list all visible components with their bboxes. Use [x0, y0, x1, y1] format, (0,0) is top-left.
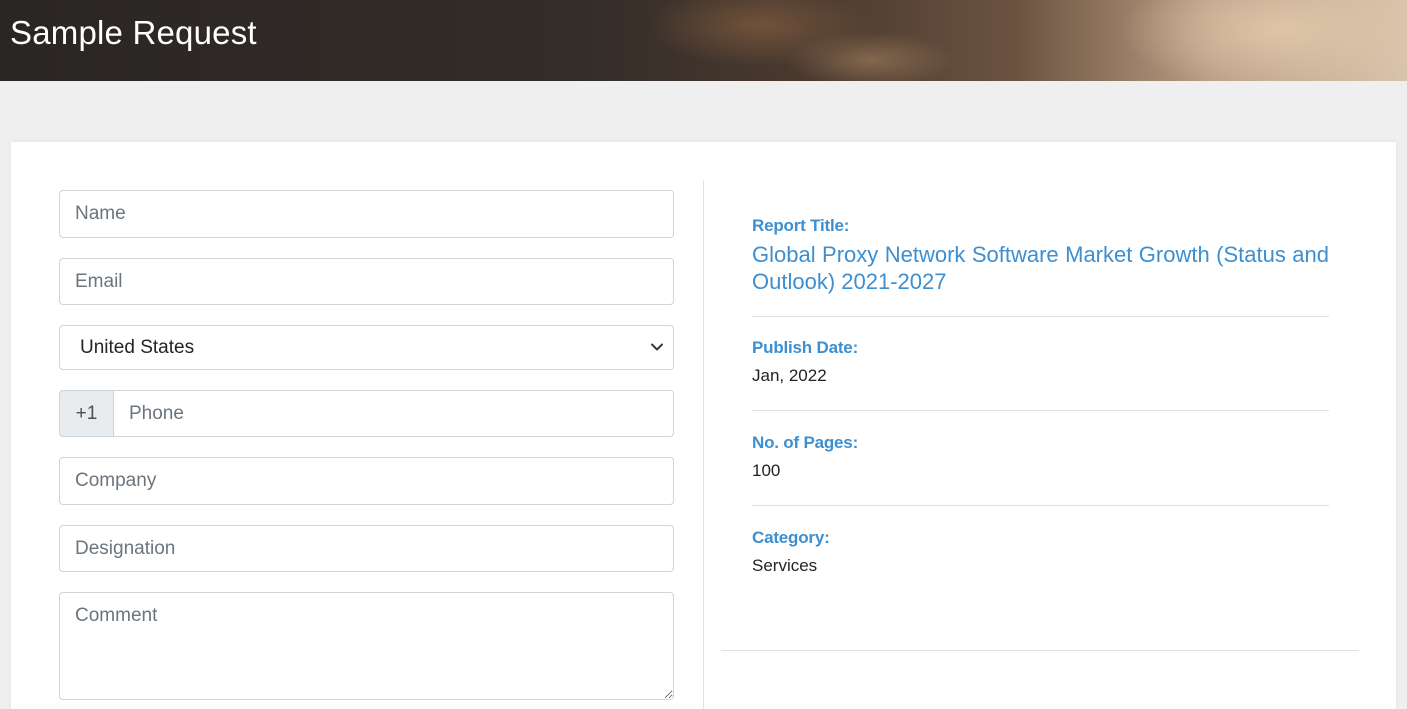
pages-section: No. of Pages: 100: [752, 433, 1329, 481]
category-section: Category: Services: [752, 528, 1329, 576]
email-input[interactable]: [59, 258, 674, 305]
country-select[interactable]: United States: [59, 325, 674, 370]
phone-input[interactable]: [113, 390, 674, 437]
section-divider: [721, 650, 1359, 651]
category-label: Category:: [752, 528, 830, 547]
section-divider: [752, 505, 1329, 506]
country-select-value: United States: [80, 336, 195, 358]
company-input[interactable]: [59, 457, 674, 505]
section-divider: [752, 316, 1329, 317]
page-title: Sample Request: [10, 14, 257, 51]
request-card: United States +1 Report Title: Global Pr…: [11, 142, 1396, 709]
section-divider: [752, 410, 1329, 411]
report-title-label: Report Title:: [752, 216, 850, 235]
report-title-section: Report Title: Global Proxy Network Softw…: [752, 216, 1329, 295]
pages-label: No. of Pages:: [752, 433, 859, 452]
category-value: Services: [752, 556, 818, 575]
name-input[interactable]: [59, 190, 674, 238]
publish-date-label: Publish Date:: [752, 338, 859, 357]
publish-date-value: Jan, 2022: [752, 366, 827, 385]
page-header-banner: Sample Request: [0, 0, 1407, 81]
comment-textarea[interactable]: [59, 592, 674, 700]
phone-input-group: +1: [59, 390, 674, 437]
column-divider: [703, 180, 704, 709]
report-title-value: Global Proxy Network Software Market Gro…: [752, 242, 1329, 294]
phone-country-code: +1: [59, 390, 113, 437]
chevron-down-icon: [651, 343, 663, 351]
designation-input[interactable]: [59, 525, 674, 572]
pages-value: 100: [752, 461, 781, 480]
publish-date-section: Publish Date: Jan, 2022: [752, 338, 1329, 386]
